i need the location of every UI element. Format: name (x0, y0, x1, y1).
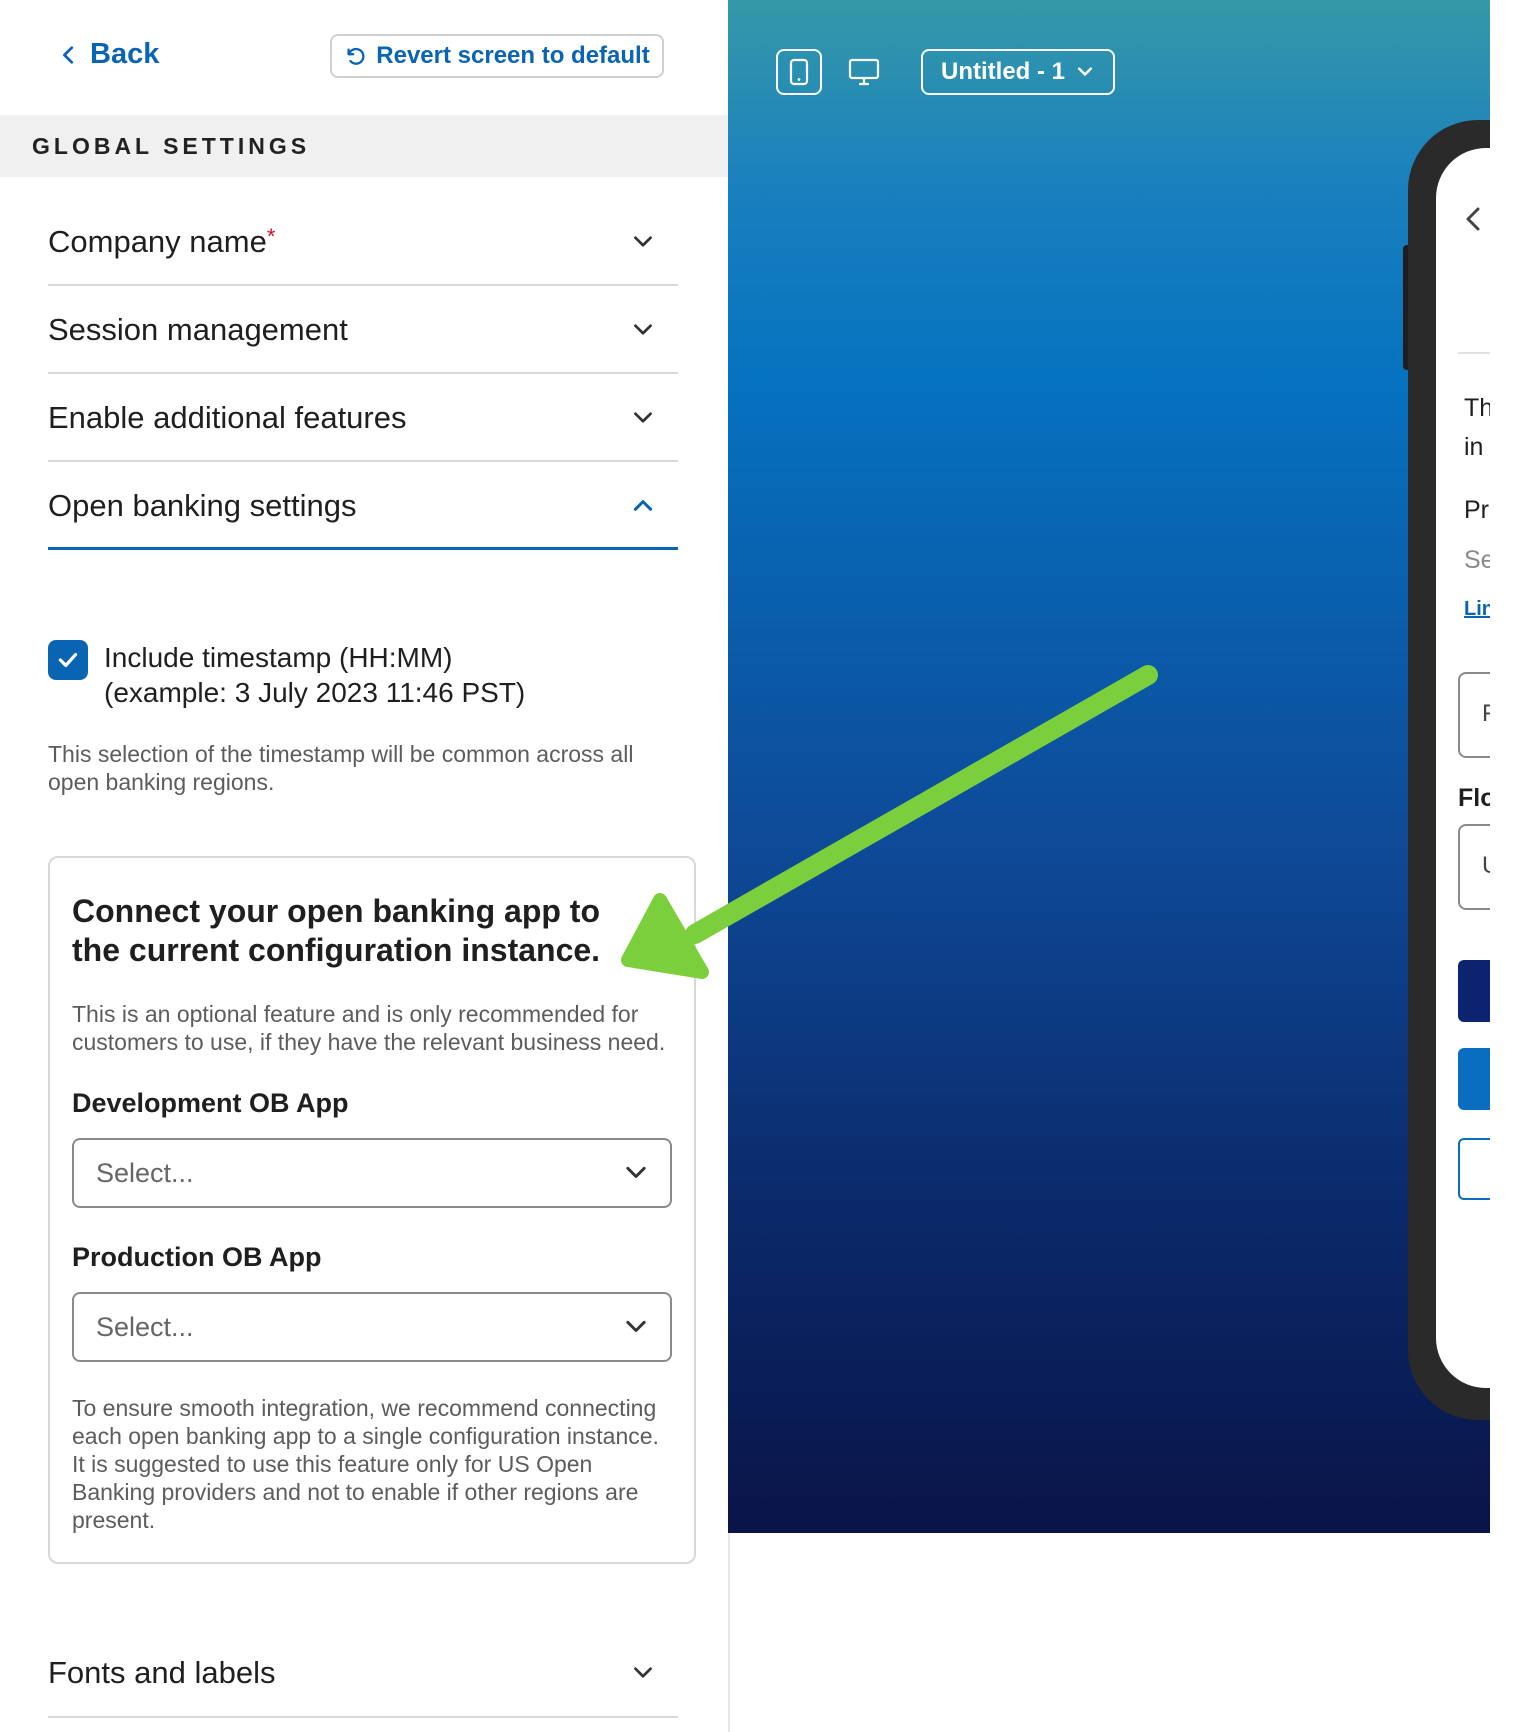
prod-app-placeholder: Select... (96, 1311, 194, 1342)
chevron-down-icon (626, 1166, 646, 1178)
back-button[interactable]: Back (58, 38, 159, 71)
accordion-label: Company name* (48, 224, 276, 259)
phone-dark-button[interactable] (1458, 960, 1490, 1022)
check-icon (58, 652, 78, 668)
chevron-down-icon (634, 324, 652, 335)
dev-app-label: Development OB App (72, 1088, 349, 1118)
phone-input-2[interactable]: Us (1458, 824, 1490, 910)
settings-panel: Back Revert screen to default GLOBAL SET… (0, 0, 730, 1732)
accordion-additional-features[interactable]: Enable additional features (48, 376, 678, 462)
revert-button[interactable]: Revert screen to default (330, 34, 664, 78)
dev-app-select[interactable]: Select... (72, 1138, 672, 1208)
prod-app-label: Production OB App (72, 1242, 322, 1272)
accordion-label: Open banking settings (48, 487, 357, 523)
accordion-company-name[interactable]: Company name* (48, 200, 678, 286)
back-label: Back (90, 38, 160, 70)
card-description: This is an optional feature and is only … (72, 1001, 666, 1055)
chevron-up-icon (633, 499, 653, 511)
phone-input-1[interactable]: F (1458, 672, 1490, 758)
chevron-left-icon (63, 45, 74, 64)
chevron-down-icon (626, 1320, 646, 1332)
revert-label: Revert screen to default (376, 42, 650, 69)
chevron-down-icon (634, 412, 652, 423)
timestamp-checkbox-label: Include timestamp (HH:MM) (example: 3 Ju… (104, 642, 526, 708)
card-title: Connect your open banking app to the cur… (72, 893, 601, 968)
accordion-open-banking[interactable]: Open banking settings (48, 464, 678, 550)
phone-link[interactable]: Lin (1464, 598, 1490, 621)
phone-label-2: Flo (1458, 784, 1490, 812)
phone-primary-button[interactable] (1458, 1048, 1490, 1110)
mobile-icon (789, 58, 809, 86)
timestamp-helper-text: This selection of the timestamp will be … (48, 741, 634, 795)
preview-canvas: Untitled - 1 This in v Pri Se Lin F Flo … (728, 0, 1490, 1533)
card-note: To ensure smooth integration, we recomme… (72, 1395, 659, 1533)
phone-text-4: Se (1464, 546, 1490, 574)
section-title: GLOBAL SETTINGS (32, 132, 311, 159)
accordion-session-management[interactable]: Session management (48, 288, 678, 374)
version-label: Untitled - 1 (941, 58, 1065, 85)
desktop-icon (848, 58, 880, 86)
version-dropdown[interactable]: Untitled - 1 (921, 49, 1115, 95)
desktop-view-button[interactable] (846, 55, 882, 89)
required-mark: * (266, 224, 276, 249)
ob-app-card: Connect your open banking app to the cur… (48, 856, 696, 1564)
accordion-fonts-labels[interactable]: Fonts and labels (48, 1630, 678, 1718)
prod-app-select[interactable]: Select... (72, 1292, 672, 1362)
phone-divider (1458, 352, 1490, 354)
timestamp-checkbox[interactable] (48, 640, 88, 680)
accordion-label: Enable additional features (48, 400, 407, 435)
phone-text-1: This (1464, 394, 1490, 422)
dev-app-placeholder: Select... (96, 1157, 194, 1188)
phone-screen: This in v Pri Se Lin F Flo Us (1436, 148, 1490, 1388)
chevron-down-icon (634, 1667, 652, 1678)
phone-text-3: Pri (1464, 496, 1490, 524)
section-header: GLOBAL SETTINGS (0, 115, 728, 177)
settings-topbar: Back Revert screen to default (0, 0, 728, 115)
mobile-view-button[interactable] (776, 49, 822, 95)
chevron-left-icon[interactable] (1462, 206, 1484, 232)
phone-outline-button[interactable] (1458, 1138, 1490, 1200)
chevron-down-icon (634, 236, 652, 247)
undo-icon (347, 47, 365, 65)
chevron-down-icon (1077, 67, 1093, 76)
accordion-label: Session management (48, 312, 348, 347)
accordion-label: Fonts and labels (48, 1655, 276, 1690)
phone-text-2: in v (1464, 433, 1490, 461)
